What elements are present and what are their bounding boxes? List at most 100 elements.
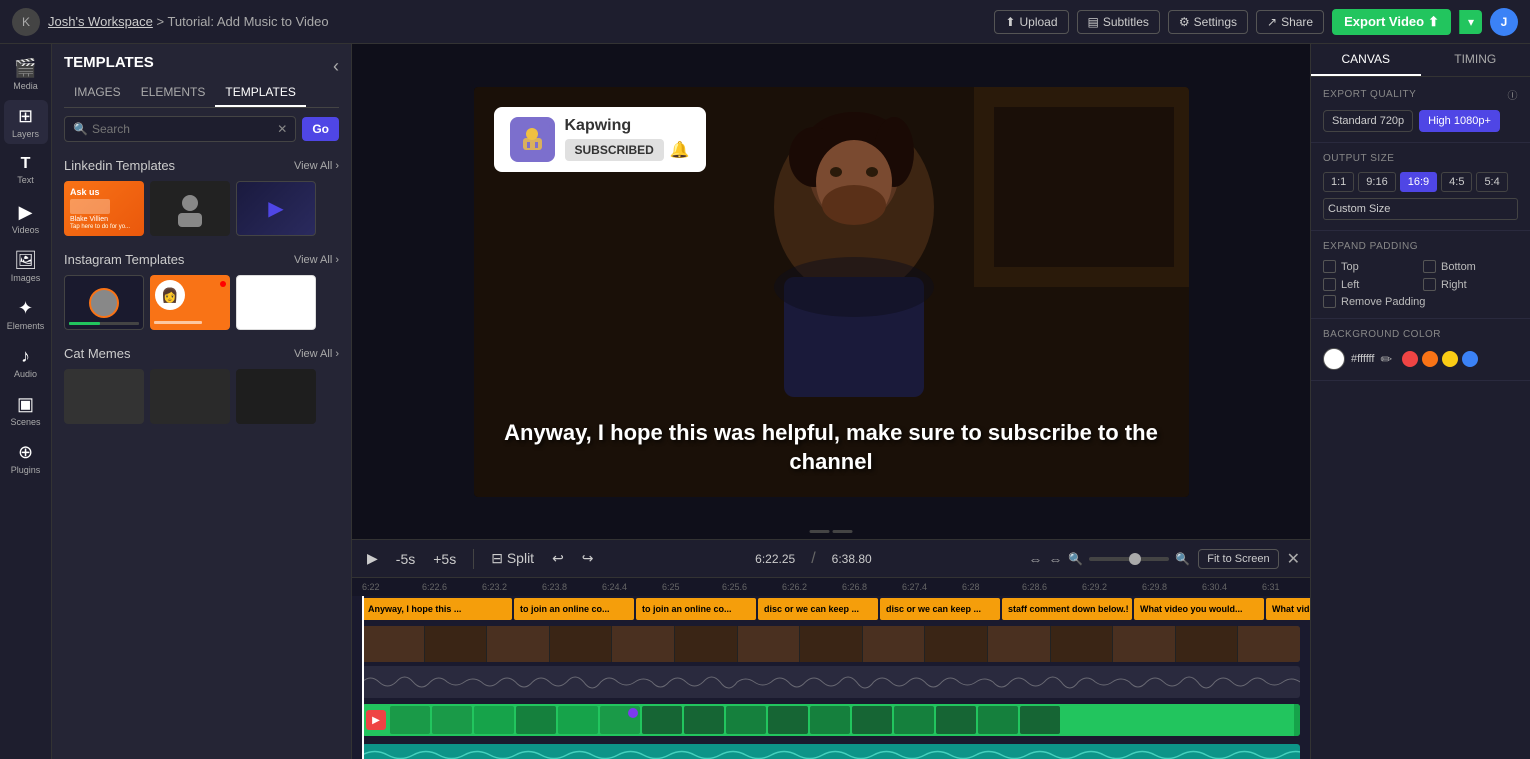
teal-audio-track[interactable] xyxy=(352,744,1310,759)
minus-5s-button[interactable]: -5s xyxy=(391,548,420,570)
linkedin-template-1[interactable]: Ask us Blake Villien Tap here to do for … xyxy=(64,181,144,236)
audio-waveform-track[interactable] xyxy=(352,666,1310,702)
color-preset-blue[interactable] xyxy=(1462,351,1478,367)
subtitle-segment-4[interactable]: disc or we can keep ... xyxy=(758,598,878,620)
zoom-in-icon[interactable]: ⇔ xyxy=(1028,551,1042,567)
quality-high-button[interactable]: High 1080p+ xyxy=(1419,110,1500,132)
size-16-9-button[interactable]: 16:9 xyxy=(1400,172,1437,192)
sidebar-item-plugins[interactable]: ⊕ Plugins xyxy=(4,436,48,480)
text-label: Text xyxy=(17,175,34,185)
undo-button[interactable]: ↩ xyxy=(547,547,569,570)
export-video-button[interactable]: Export Video ⬆ xyxy=(1332,9,1451,35)
padding-left-checkbox[interactable] xyxy=(1323,278,1336,291)
sidebar-item-text[interactable]: T Text xyxy=(4,148,48,192)
video-track[interactable] xyxy=(352,624,1310,664)
panel-collapse-button[interactable]: ‹ xyxy=(333,56,339,77)
timeline-close-button[interactable]: ✕ xyxy=(1287,549,1300,569)
padding-right-checkbox[interactable] xyxy=(1423,278,1436,291)
sidebar-item-media[interactable]: 🎬 Media xyxy=(4,52,48,96)
subtitles-button[interactable]: ▤ Subtitles xyxy=(1077,10,1160,34)
divider xyxy=(473,549,474,569)
breadcrumb-separator: > xyxy=(156,14,164,29)
padding-right-label[interactable]: Right xyxy=(1423,278,1518,291)
redo-button[interactable]: ↪ xyxy=(577,547,599,570)
instagram-view-all[interactable]: View All › xyxy=(294,254,339,266)
padding-bottom-checkbox[interactable] xyxy=(1423,260,1436,273)
subtitle-segment-7[interactable]: What video you would... xyxy=(1134,598,1264,620)
color-preset-yellow[interactable] xyxy=(1442,351,1458,367)
export-quality-title: EXPORT QUALITY ⓘ xyxy=(1323,87,1518,102)
play-button[interactable]: ▶ xyxy=(362,547,383,570)
tab-canvas[interactable]: CANVAS xyxy=(1311,44,1421,76)
subtitle-segment-2[interactable]: to join an online co... xyxy=(514,598,634,620)
search-clear-icon[interactable]: ✕ xyxy=(277,122,287,136)
padding-top-checkbox[interactable] xyxy=(1323,260,1336,273)
sidebar-item-images[interactable]: 🖼 Images xyxy=(4,244,48,288)
cat-template-3[interactable] xyxy=(236,369,316,424)
size-9-16-button[interactable]: 9:16 xyxy=(1358,172,1395,192)
subtitle-segment-3[interactable]: to join an online co... xyxy=(636,598,756,620)
zoom-out-icon[interactable]: ⇔ xyxy=(1048,551,1062,567)
instagram-template-3[interactable] xyxy=(236,275,316,330)
music-track[interactable]: ▶ xyxy=(352,704,1310,742)
linkedin-template-3[interactable]: ▶ xyxy=(236,181,316,236)
tab-elements[interactable]: ELEMENTS xyxy=(131,79,216,107)
linkedin-template-2[interactable] xyxy=(150,181,230,236)
tab-templates[interactable]: TEMPLATES xyxy=(215,79,305,107)
split-button[interactable]: ⊟ Split xyxy=(486,547,539,570)
workspace-link[interactable]: Josh's Workspace xyxy=(48,14,153,29)
cat-memes-view-all[interactable]: View All › xyxy=(294,348,339,360)
color-preset-red[interactable] xyxy=(1402,351,1418,367)
export-dropdown-button[interactable]: ▾ xyxy=(1459,10,1482,34)
size-5-4-button[interactable]: 5:4 xyxy=(1476,172,1507,192)
sidebar-item-elements[interactable]: ✦ Elements xyxy=(4,292,48,336)
custom-size-button[interactable]: Custom Size xyxy=(1323,198,1518,220)
remove-padding-label[interactable]: Remove Padding xyxy=(1323,295,1518,308)
linkedin-view-all[interactable]: View All › xyxy=(294,160,339,172)
search-go-button[interactable]: Go xyxy=(302,117,339,141)
info-icon[interactable]: ⓘ xyxy=(1508,87,1519,102)
tab-images[interactable]: IMAGES xyxy=(64,79,131,107)
quality-standard-button[interactable]: Standard 720p xyxy=(1323,110,1413,132)
subscribe-name: Kapwing xyxy=(565,117,690,135)
subtitle-segment-1[interactable]: Anyway, I hope this ... xyxy=(362,598,512,620)
settings-button[interactable]: ⚙ Settings xyxy=(1168,10,1248,34)
plus-5s-button[interactable]: +5s xyxy=(428,548,461,570)
padding-top-text: Top xyxy=(1341,261,1359,273)
size-4-5-button[interactable]: 4:5 xyxy=(1441,172,1472,192)
padding-left-label[interactable]: Left xyxy=(1323,278,1418,291)
color-picker-icon[interactable]: ✏ xyxy=(1380,351,1392,368)
subscribed-button[interactable]: SUBSCRIBED xyxy=(565,139,664,161)
instagram-template-2[interactable]: 👩 xyxy=(150,275,230,330)
videos-icon: ▶ xyxy=(19,202,33,223)
size-1-1-button[interactable]: 1:1 xyxy=(1323,172,1354,192)
sidebar-item-videos[interactable]: ▶ Videos xyxy=(4,196,48,240)
search-input[interactable] xyxy=(92,122,273,136)
subtitles-icon: ▤ xyxy=(1088,15,1099,29)
instagram-template-1[interactable] xyxy=(64,275,144,330)
subtitle-segment-8[interactable]: What video yo xyxy=(1266,598,1310,620)
cat-template-2[interactable] xyxy=(150,369,230,424)
sidebar-item-audio[interactable]: ♪ Audio xyxy=(4,340,48,384)
instagram-section-header: Instagram Templates View All › xyxy=(64,252,339,267)
padding-top-label[interactable]: Top xyxy=(1323,260,1418,273)
subtitle-segment-5[interactable]: disc or we can keep ... xyxy=(880,598,1000,620)
tab-timing[interactable]: TIMING xyxy=(1421,44,1530,76)
color-preset-orange[interactable] xyxy=(1422,351,1438,367)
fit-screen-button[interactable]: Fit to Screen xyxy=(1198,549,1278,569)
remove-padding-checkbox[interactable] xyxy=(1323,295,1336,308)
cat-template-1[interactable] xyxy=(64,369,144,424)
upload-button[interactable]: ⬆ Upload xyxy=(994,10,1068,34)
share-button[interactable]: ↗ Share xyxy=(1256,10,1324,34)
padding-bottom-label[interactable]: Bottom xyxy=(1423,260,1518,273)
video-preview[interactable]: Kapwing SUBSCRIBED 🔔 Anyway, I hope this… xyxy=(474,87,1189,497)
sidebar-item-scenes[interactable]: ▣ Scenes xyxy=(4,388,48,432)
cat-memes-section: Cat Memes View All › xyxy=(64,346,339,424)
zoom-slider[interactable] xyxy=(1089,557,1169,561)
subtitle-segment-6[interactable]: staff comment down below.! xyxy=(1002,598,1132,620)
settings-icon: ⚙ xyxy=(1179,15,1190,29)
sidebar-item-layers[interactable]: ⊞ Layers xyxy=(4,100,48,144)
bg-color-swatch[interactable] xyxy=(1323,348,1345,370)
bell-icon[interactable]: 🔔 xyxy=(670,140,690,160)
user-avatar[interactable]: J xyxy=(1490,8,1518,36)
